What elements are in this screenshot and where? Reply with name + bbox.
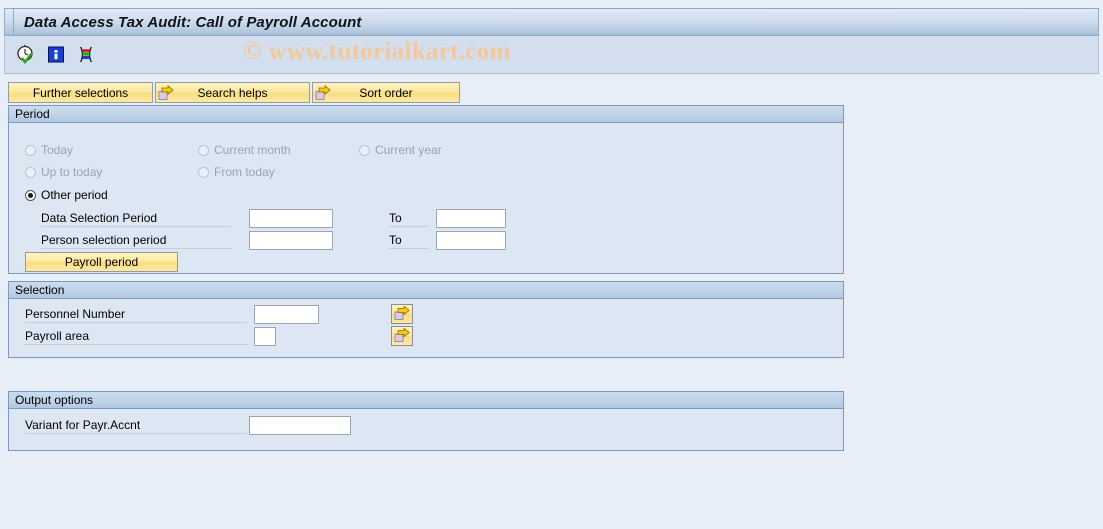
data-selection-period-to-input[interactable] [436, 209, 506, 228]
data-selection-period-to-label: To [389, 211, 429, 227]
selection-button-row: Further selections Search helps Sort ord… [8, 82, 460, 103]
variant-colors-icon[interactable] [75, 44, 97, 66]
radio-current-month[interactable]: Current month [198, 143, 291, 157]
page-title: Data Access Tax Audit: Call of Payroll A… [24, 13, 362, 31]
arrow-right-icon [315, 84, 331, 104]
sort-order-label: Sort order [359, 85, 413, 100]
radio-current-year[interactable]: Current year [359, 143, 442, 157]
output-options-panel-header: Output options [9, 392, 843, 409]
window-title-bar: Data Access Tax Audit: Call of Payroll A… [4, 8, 1099, 36]
title-separator [13, 9, 14, 35]
radio-up-to-today[interactable]: Up to today [25, 165, 102, 179]
data-selection-period-input[interactable] [249, 209, 333, 228]
payroll-period-button[interactable]: Payroll period [25, 252, 178, 272]
search-helps-button[interactable]: Search helps [155, 82, 310, 103]
radio-dot [25, 144, 36, 156]
person-selection-period-to-label: To [389, 233, 429, 249]
radio-other-period[interactable]: Other period [25, 188, 108, 202]
selection-panel: Selection Personnel Number Payroll area [8, 281, 844, 358]
radio-other-period-label: Other period [41, 188, 108, 202]
icon-toolbar [4, 36, 1099, 74]
personnel-number-input[interactable] [254, 305, 319, 324]
period-panel-body: Today Current month Current year Up to t… [9, 123, 843, 274]
info-icon[interactable] [45, 44, 67, 66]
variant-for-payr-accnt-input[interactable] [249, 416, 351, 435]
payroll-period-button-label: Payroll period [64, 255, 139, 269]
personnel-number-label: Personnel Number [25, 307, 247, 323]
radio-dot [198, 166, 209, 178]
data-selection-period-label: Data Selection Period [41, 211, 231, 227]
person-selection-period-to-input[interactable] [436, 231, 506, 250]
sort-order-button[interactable]: Sort order [312, 82, 460, 103]
payroll-area-input[interactable] [254, 327, 276, 346]
radio-current-month-label: Current month [214, 143, 291, 157]
radio-current-year-label: Current year [375, 143, 442, 157]
radio-up-to-today-label: Up to today [41, 165, 103, 179]
further-selections-label: Further selections [32, 85, 129, 100]
period-panel: Period Today Current month Current year … [8, 105, 844, 274]
radio-dot [359, 144, 370, 156]
selection-panel-header: Selection [9, 282, 843, 299]
multi-select-arrow-icon [394, 304, 410, 324]
payroll-area-multi-select-button[interactable] [391, 326, 413, 346]
radio-today[interactable]: Today [25, 143, 73, 157]
radio-dot [25, 189, 36, 201]
multi-select-arrow-icon [394, 326, 410, 346]
person-selection-period-input[interactable] [249, 231, 333, 250]
radio-from-today[interactable]: From today [198, 165, 275, 179]
person-selection-period-label: Person selection period [41, 233, 231, 249]
payroll-area-label: Payroll area [25, 329, 247, 345]
arrow-right-icon [158, 84, 174, 104]
further-selections-button[interactable]: Further selections [8, 82, 153, 103]
radio-dot [25, 166, 36, 178]
radio-dot [198, 144, 209, 156]
period-panel-header: Period [9, 106, 843, 123]
variant-for-payr-accnt-label: Variant for Payr.Accnt [25, 418, 247, 434]
output-options-panel-body: Variant for Payr.Accnt [9, 409, 843, 451]
execute-clock-check-icon[interactable] [15, 44, 37, 66]
personnel-number-multi-select-button[interactable] [391, 304, 413, 324]
radio-from-today-label: From today [214, 165, 275, 179]
radio-today-label: Today [41, 143, 74, 157]
output-options-panel: Output options Variant for Payr.Accnt [8, 391, 844, 451]
search-helps-label: Search helps [197, 85, 268, 100]
selection-panel-body: Personnel Number Payroll area [9, 299, 843, 358]
